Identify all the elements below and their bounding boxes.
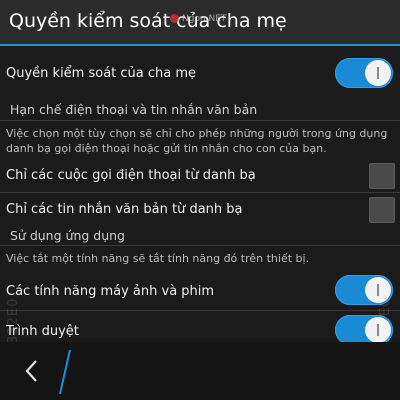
watermark-logo: Ngon.NET: [170, 14, 226, 24]
texts-from-contacts-checkbox[interactable]: [369, 197, 395, 223]
section-header-apps: Sử dụng ứng dụng: [10, 228, 125, 243]
slash-divider-icon: [59, 349, 71, 395]
camera-video-label: Các tính năng máy ảnh và phim: [6, 284, 215, 299]
divider: [0, 310, 400, 311]
parental-control-toggle[interactable]: [335, 58, 393, 88]
settings-list: Quyền kiểm soát của cha mẹ Hạn chế điện …: [0, 46, 400, 342]
section-header-calls: Hạn chế điện thoại và tin nhắn văn bản: [10, 102, 258, 117]
calls-from-contacts-row[interactable]: Chỉ các cuộc gọi điện thoại từ danh bạ: [0, 158, 400, 192]
divider: [0, 245, 400, 246]
action-bar: [0, 342, 400, 400]
camera-video-row[interactable]: Các tính năng máy ảnh và phim: [0, 272, 400, 310]
calls-from-contacts-label: Chỉ các cuộc gọi điện thoại từ danh bạ: [6, 168, 256, 183]
watermark-logo-text: Ngon.NET: [182, 14, 227, 24]
page-title: Quyền kiểm soát của cha mẹ: [9, 10, 287, 32]
texts-from-contacts-label: Chỉ các tin nhắn văn bản từ danh bạ: [6, 202, 243, 217]
calls-from-contacts-checkbox[interactable]: [369, 163, 395, 189]
parental-control-row[interactable]: Quyền kiểm soát của cha mẹ: [0, 52, 400, 92]
watermark-logo-icon: [170, 14, 179, 23]
browser-row[interactable]: Trình duyệt: [0, 312, 400, 342]
title-bar: Quyền kiểm soát của cha mẹ Ngon.NET: [0, 0, 400, 46]
divider: [0, 120, 400, 121]
texts-from-contacts-row[interactable]: Chỉ các tin nhắn văn bản từ danh bạ: [0, 192, 400, 226]
section-description-apps: Việc tắt một tính năng sẽ tắt tính năng …: [6, 252, 310, 265]
back-arrow-icon[interactable]: [20, 356, 44, 386]
section-description-calls: Việc chọn một tùy chọn sẽ chỉ cho phép n…: [6, 127, 388, 155]
toggle-knob: [365, 60, 391, 86]
parental-control-label: Quyền kiểm soát của cha mẹ: [6, 66, 197, 81]
